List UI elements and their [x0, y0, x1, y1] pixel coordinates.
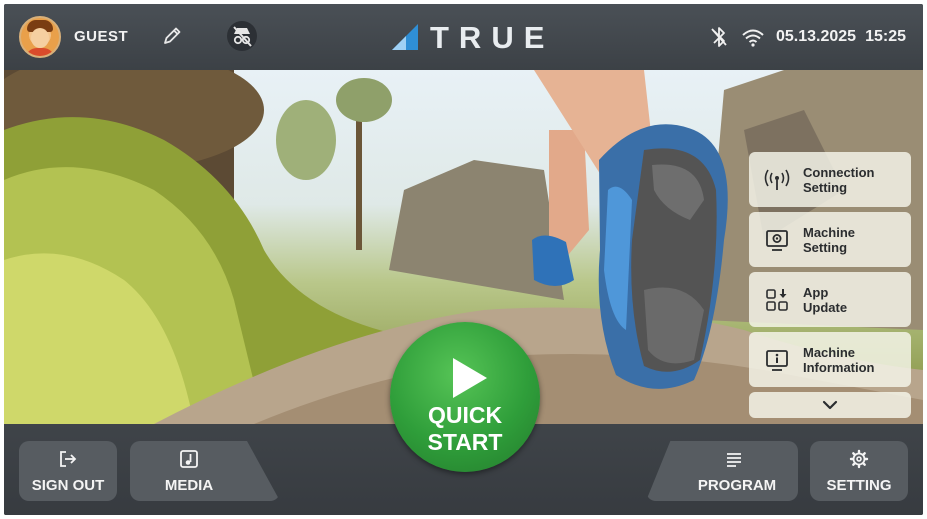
setting-label: SETTING — [826, 477, 892, 494]
top-bar: GUEST TRUE 05.13.2025 15:25 — [4, 4, 923, 70]
media-button[interactable]: MEDIA — [130, 441, 280, 501]
user-name[interactable]: GUEST — [74, 28, 128, 45]
bluetooth-off-icon[interactable] — [711, 27, 727, 47]
time-text: 15:25 — [865, 28, 906, 45]
machine-setting-button[interactable]: Machine Setting — [749, 212, 911, 267]
user-avatar[interactable] — [19, 16, 61, 58]
program-button[interactable]: PROGRAM — [646, 441, 798, 501]
app-update-label: App Update — [803, 284, 848, 315]
monitor-gear-icon — [766, 229, 788, 251]
antenna-icon — [764, 169, 790, 190]
date-text: 05.13.2025 — [776, 28, 857, 45]
program-label: PROGRAM — [697, 477, 777, 494]
quick-start-label-line1: QUICK — [427, 402, 503, 428]
wifi-icon[interactable] — [742, 29, 764, 47]
connection-setting-button[interactable]: Connection Setting — [749, 152, 911, 207]
connection-setting-label: Connection Setting — [803, 164, 875, 195]
sign-out-button[interactable]: SIGN OUT — [19, 441, 117, 501]
monitor-info-icon — [766, 349, 788, 371]
sign-out-label: SIGN OUT — [31, 477, 105, 494]
gear-icon — [849, 449, 869, 469]
logo-mark-icon — [392, 24, 418, 50]
app-grid-download-icon — [766, 288, 788, 311]
machine-information-label: Machine Information — [803, 344, 875, 375]
pencil-icon[interactable] — [160, 24, 184, 48]
chevron-down-icon — [822, 400, 838, 410]
machine-setting-label: Machine Setting — [803, 224, 856, 255]
treadmill-console-screen: GUEST TRUE 05.13.2025 15:25 Connection S… — [4, 4, 923, 515]
music-note-icon — [180, 450, 198, 468]
brand-logo: TRUE — [388, 20, 550, 55]
app-update-button[interactable]: App Update — [749, 272, 911, 327]
sign-out-icon — [60, 451, 77, 467]
menu-more-button[interactable] — [749, 392, 911, 418]
play-icon — [453, 358, 487, 398]
setting-button[interactable]: SETTING — [810, 441, 908, 501]
incognito-off-icon[interactable] — [226, 20, 258, 52]
quick-start-label-line2: START — [427, 429, 503, 455]
status-icons — [711, 27, 764, 47]
media-label: MEDIA — [164, 477, 214, 494]
list-icon — [727, 453, 741, 467]
date-time: 05.13.2025 15:25 — [776, 28, 906, 46]
logo-text: TRUE — [430, 20, 555, 55]
quick-start-button[interactable]: QUICK START — [390, 322, 540, 472]
machine-information-button[interactable]: Machine Information — [749, 332, 911, 387]
